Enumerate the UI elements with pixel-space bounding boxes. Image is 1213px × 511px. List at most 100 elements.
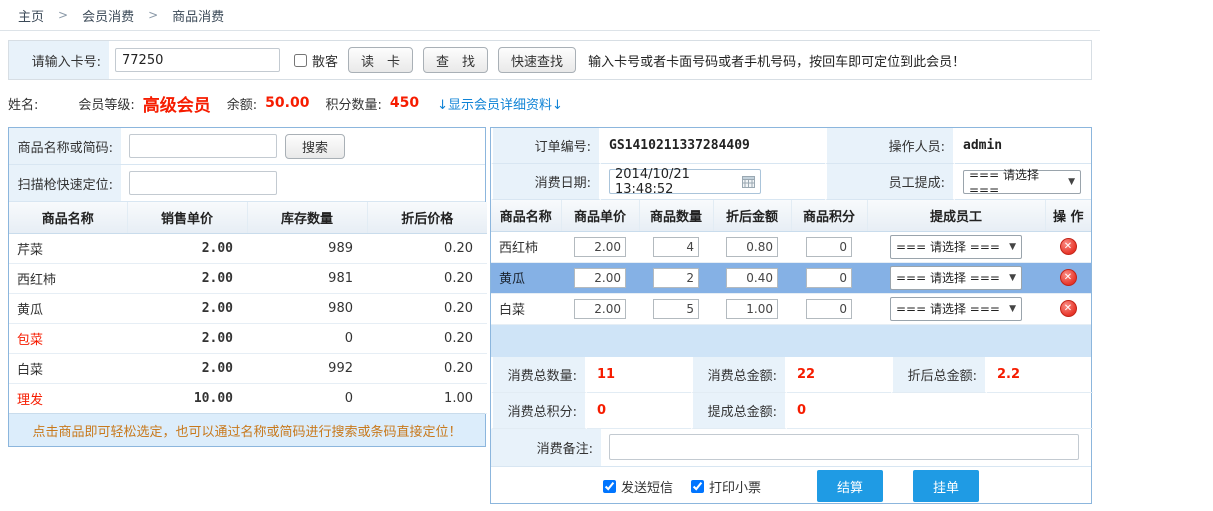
item-staff-select-value: === 请选择 ===: [896, 300, 1000, 317]
col-header-discount-price: 折后价格: [367, 202, 487, 233]
item-amount-input[interactable]: [726, 299, 778, 319]
item-points-input[interactable]: [806, 237, 852, 257]
goods-price[interactable]: 10.00: [127, 383, 247, 413]
points-value: 450: [390, 95, 419, 111]
chevron-down-icon: ▼: [1068, 177, 1075, 187]
goods-stock[interactable]: 980: [247, 293, 367, 323]
remark-input[interactable]: [609, 434, 1079, 460]
goods-stock[interactable]: 0: [247, 323, 367, 353]
goods-name[interactable]: 黄瓜: [9, 293, 127, 323]
goods-discount-price[interactable]: 0.20: [367, 293, 487, 323]
goods-row[interactable]: 理发 10.00 0 1.00: [9, 383, 487, 413]
balance-label: 余额:: [227, 94, 257, 113]
member-level-label: 会员等级:: [78, 94, 134, 113]
order-panel: 订单编号: GS1410211337284409 操作人员: admin 消费日…: [490, 127, 1092, 504]
goods-price[interactable]: 2.00: [127, 263, 247, 293]
goods-discount-price[interactable]: 0.20: [367, 233, 487, 263]
goods-row[interactable]: 包菜 2.00 0 0.20: [9, 323, 487, 353]
item-price-input[interactable]: [574, 268, 626, 288]
member-name-label: 姓名:: [8, 94, 38, 113]
item-points-input[interactable]: [806, 268, 852, 288]
goods-price[interactable]: 2.00: [127, 323, 247, 353]
item-staff-select[interactable]: === 请选择 === ▼: [890, 297, 1022, 321]
item-staff-select[interactable]: === 请选择 === ▼: [890, 266, 1022, 290]
item-qty-input[interactable]: [653, 299, 699, 319]
goods-row[interactable]: 白菜 2.00 992 0.20: [9, 353, 487, 383]
staff-commission-select[interactable]: === 请选择 === ▼: [963, 170, 1081, 194]
item-price-input[interactable]: [574, 299, 626, 319]
card-search-box: 请输入卡号: 散客 读 卡 查 找 快速查找 输入卡号或者卡面号码或者手机号码，…: [8, 40, 1092, 80]
item-points-input[interactable]: [806, 299, 852, 319]
consume-date-picker[interactable]: 2014/10/21 13:48:52: [609, 169, 761, 194]
send-sms-checkbox[interactable]: [603, 480, 616, 493]
goods-name[interactable]: 理发: [9, 383, 127, 413]
settle-button[interactable]: 结算: [817, 470, 883, 502]
find-button[interactable]: 查 找: [423, 47, 488, 73]
delete-item-icon[interactable]: ✕: [1060, 269, 1077, 286]
commission-total-value: 0: [787, 393, 891, 429]
total-qty-value: 11: [587, 357, 691, 393]
goods-row[interactable]: 芹菜 2.00 989 0.20: [9, 233, 487, 263]
total-points-value: 0: [587, 393, 691, 429]
breadcrumb-goods-consume[interactable]: 商品消费: [172, 6, 224, 25]
item-staff-select-value: === 请选择 ===: [896, 269, 1000, 286]
goods-discount-price[interactable]: 0.20: [367, 263, 487, 293]
col-header-goods-name: 商品名称: [9, 202, 127, 233]
chevron-down-icon: ▼: [1009, 304, 1016, 314]
delete-item-icon[interactable]: ✕: [1060, 300, 1077, 317]
goods-price[interactable]: 2.00: [127, 293, 247, 323]
guest-checkbox[interactable]: [294, 54, 307, 67]
goods-name[interactable]: 白菜: [9, 353, 127, 383]
goods-stock[interactable]: 0: [247, 383, 367, 413]
item-qty-input[interactable]: [653, 268, 699, 288]
item-amount-input[interactable]: [726, 268, 778, 288]
breadcrumb-home[interactable]: 主页: [18, 6, 44, 25]
goods-price[interactable]: 2.00: [127, 233, 247, 263]
goods-price[interactable]: 2.00: [127, 353, 247, 383]
breadcrumb-separator: >: [148, 8, 158, 22]
total-points-label: 消费总积分:: [491, 393, 587, 429]
goods-row[interactable]: 黄瓜 2.00 980 0.20: [9, 293, 487, 323]
col-header-item-name: 商品名称: [491, 200, 561, 231]
goods-stock[interactable]: 981: [247, 263, 367, 293]
search-button[interactable]: 搜索: [285, 134, 345, 159]
quick-find-button[interactable]: 快速查找: [498, 47, 576, 73]
print-receipt-checkbox[interactable]: [691, 480, 704, 493]
scan-locate-label: 扫描枪快速定位:: [9, 165, 121, 201]
goods-discount-price[interactable]: 0.20: [367, 323, 487, 353]
goods-search-input[interactable]: [129, 134, 277, 158]
total-amount-value: 22: [787, 357, 891, 393]
goods-name[interactable]: 包菜: [9, 323, 127, 353]
total-qty-label: 消费总数量:: [491, 357, 587, 393]
member-level-value: 高级会员: [143, 91, 211, 116]
col-header-item-price: 商品单价: [561, 200, 639, 231]
item-amount-input[interactable]: [726, 237, 778, 257]
scan-locate-input[interactable]: [129, 171, 277, 195]
col-header-sale-price: 销售单价: [127, 202, 247, 233]
item-staff-select[interactable]: === 请选择 === ▼: [890, 235, 1022, 259]
guest-checkbox-label: 散客: [312, 51, 338, 70]
read-card-button[interactable]: 读 卡: [348, 47, 413, 73]
breadcrumb-member-consume[interactable]: 会员消费: [82, 6, 134, 25]
item-price-input[interactable]: [574, 237, 626, 257]
item-qty-input[interactable]: [653, 237, 699, 257]
goods-stock[interactable]: 989: [247, 233, 367, 263]
col-header-operation: 操 作: [1045, 200, 1091, 231]
goods-name[interactable]: 西红柿: [9, 263, 127, 293]
card-number-input[interactable]: [115, 48, 280, 72]
goods-name[interactable]: 芹菜: [9, 233, 127, 263]
breadcrumb-separator: >: [58, 8, 68, 22]
goods-discount-price[interactable]: 0.20: [367, 353, 487, 383]
spacer-band: [491, 325, 1091, 357]
hold-order-button[interactable]: 挂单: [913, 470, 979, 502]
goods-discount-price[interactable]: 1.00: [367, 383, 487, 413]
col-header-item-qty: 商品数量: [639, 200, 713, 231]
goods-stock[interactable]: 992: [247, 353, 367, 383]
delete-item-icon[interactable]: ✕: [1060, 238, 1077, 255]
goods-row[interactable]: 西红柿 2.00 981 0.20: [9, 263, 487, 293]
show-member-detail-link[interactable]: ↓显示会员详细资料↓: [437, 94, 563, 113]
item-name: 黄瓜: [491, 262, 561, 293]
goods-search-label: 商品名称或简码:: [9, 128, 121, 164]
order-items-header: 商品名称 商品单价 商品数量 折后金额 商品积分 提成员工 操 作: [491, 200, 1091, 231]
send-sms-label: 发送短信: [621, 477, 673, 496]
